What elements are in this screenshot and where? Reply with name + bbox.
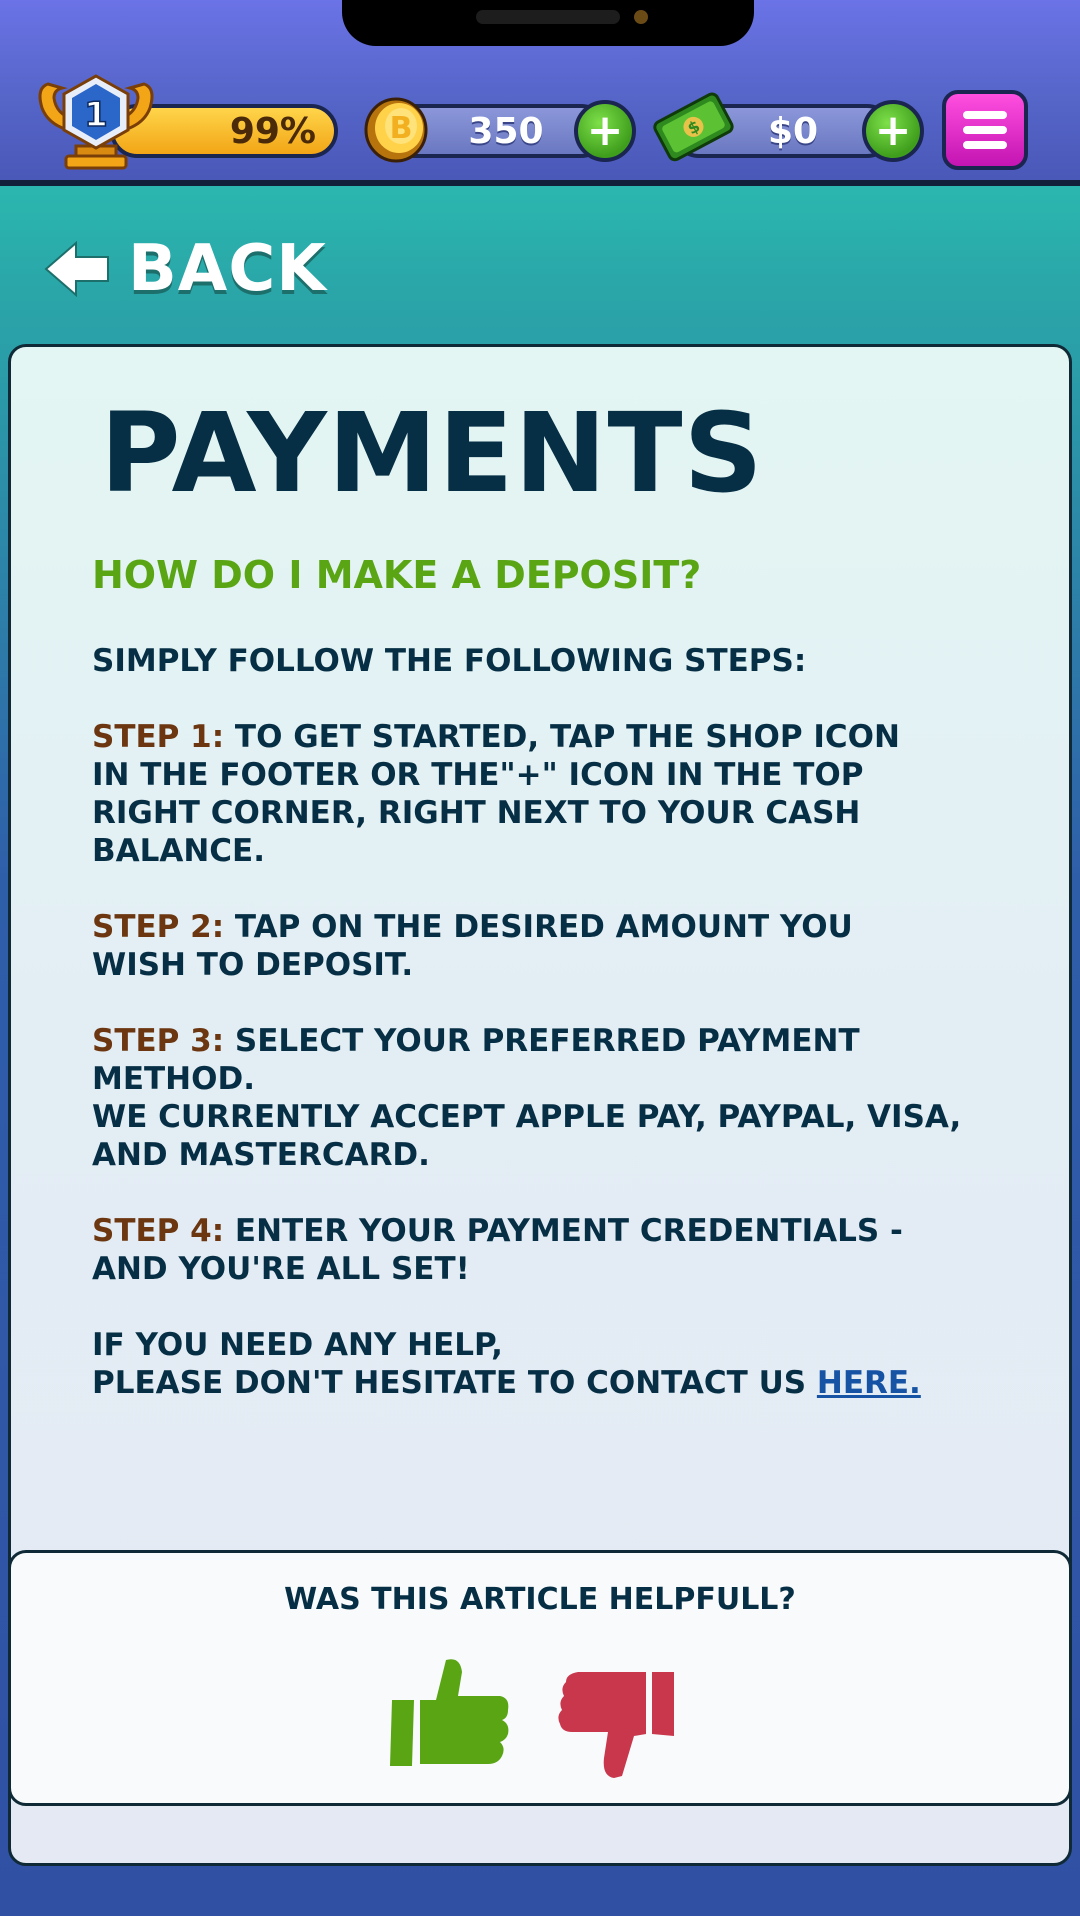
hamburger-menu-icon-bar: [963, 126, 1007, 134]
cash-amount: $0: [767, 110, 819, 152]
step-text: AND MASTERCARD.: [92, 1137, 430, 1173]
step-3: STEP 3: SELECT YOUR PREFERRED PAYMENT ME…: [92, 1022, 1012, 1174]
plus-icon: +: [586, 105, 624, 156]
coin-amount: 350: [468, 110, 544, 152]
step-text: TAP ON THE DESIRED AMOUNT YOU: [224, 909, 853, 945]
article-body: SIMPLY FOLLOW THE FOLLOWING STEPS: STEP …: [92, 642, 1012, 1440]
coin-icon: B: [364, 97, 428, 163]
step-label: STEP 3:: [92, 1023, 225, 1059]
article-question: HOW DO I MAKE A DEPOSIT?: [92, 553, 702, 597]
thumbs-up-icon[interactable]: [388, 1656, 510, 1768]
page-title: PAYMENTS: [100, 389, 764, 517]
step-4: STEP 4: ENTER YOUR PAYMENT CREDENTIALS -…: [92, 1212, 1012, 1288]
trophy-icon[interactable]: 1: [34, 68, 158, 172]
step-label: STEP 2:: [92, 909, 225, 945]
thumbs-down-icon[interactable]: [556, 1668, 678, 1780]
step-text: IN THE FOOTER OR THE"+" ICON IN THE TOP: [92, 757, 864, 793]
back-button[interactable]: BACK: [44, 232, 327, 306]
back-label: BACK: [128, 232, 327, 306]
feedback-question: WAS THIS ARTICLE HELPFULL?: [284, 1582, 796, 1617]
add-coins-button[interactable]: +: [574, 100, 636, 162]
help-line: IF YOU NEED ANY HELP,: [92, 1327, 503, 1363]
device-notch: [342, 0, 754, 46]
step-label: STEP 4:: [92, 1213, 225, 1249]
level-number: 1: [84, 95, 108, 135]
hamburger-menu-icon-bar: [963, 141, 1007, 149]
hamburger-menu-button[interactable]: [942, 90, 1028, 170]
help-line: PLEASE DON'T HESITATE TO CONTACT US: [92, 1365, 817, 1401]
step-text: WE CURRENTLY ACCEPT APPLE PAY, PAYPAL, V…: [92, 1099, 962, 1135]
step-text: TO GET STARTED, TAP THE SHOP ICON: [224, 719, 900, 755]
add-cash-button[interactable]: +: [862, 100, 924, 162]
help-text: IF YOU NEED ANY HELP, PLEASE DON'T HESIT…: [92, 1326, 1012, 1402]
step-label: STEP 1:: [92, 719, 225, 755]
svg-text:B: B: [390, 111, 413, 146]
top-status-bar: 99% 1 350 B + $0 $ +: [0, 0, 1080, 186]
step-text: RIGHT CORNER, RIGHT NEXT TO YOUR CASH BA…: [92, 795, 861, 869]
contact-here-link[interactable]: HERE.: [817, 1365, 921, 1401]
step-1: STEP 1: TO GET STARTED, TAP THE SHOP ICO…: [92, 718, 1012, 870]
step-2: STEP 2: TAP ON THE DESIRED AMOUNT YOU WI…: [92, 908, 1012, 984]
xp-percent: 99%: [229, 110, 316, 152]
article-intro: SIMPLY FOLLOW THE FOLLOWING STEPS:: [92, 643, 807, 679]
step-text: WISH TO DEPOSIT.: [92, 947, 414, 983]
step-text: AND YOU'RE ALL SET!: [92, 1251, 470, 1287]
arrow-left-icon: [44, 241, 109, 297]
notch-camera: [634, 10, 648, 24]
step-text: ENTER YOUR PAYMENT CREDENTIALS -: [224, 1213, 903, 1249]
notch-speaker: [476, 10, 620, 24]
plus-icon: +: [874, 105, 912, 156]
cash-icon: $: [653, 92, 734, 162]
hamburger-menu-icon-bar: [963, 111, 1007, 119]
